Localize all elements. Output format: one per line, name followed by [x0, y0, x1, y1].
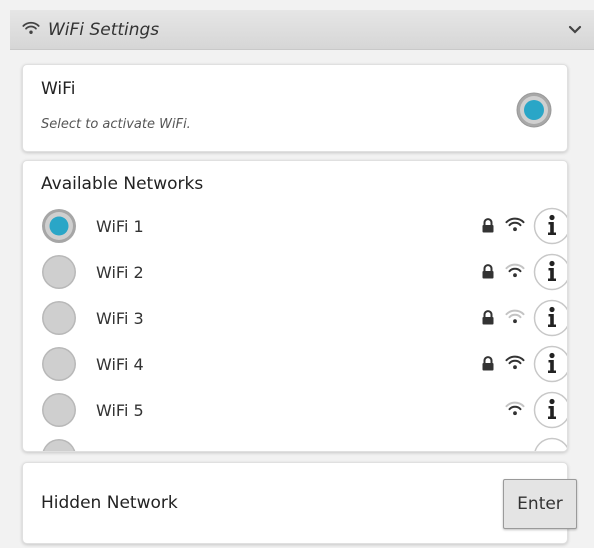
enter-button[interactable]: Enter	[503, 479, 577, 529]
network-name: WiFi 5	[96, 401, 144, 420]
network-name: WiFi 4	[96, 355, 144, 374]
wifi-toggle-card[interactable]: WiFi Select to activate WiFi.	[22, 64, 568, 152]
info-icon[interactable]	[533, 391, 567, 433]
lock-icon	[481, 264, 495, 283]
wifi-signal-icon	[505, 401, 525, 420]
info-icon[interactable]	[533, 345, 567, 387]
network-radio[interactable]	[41, 254, 77, 294]
network-name: WiFi 2	[96, 263, 144, 282]
wifi-signal-icon	[505, 217, 525, 236]
wifi-subtitle: Select to activate WiFi.	[41, 117, 191, 132]
info-icon	[533, 437, 567, 451]
available-networks-heading: Available Networks	[41, 174, 204, 194]
network-row[interactable]: WiFi 3	[23, 298, 567, 341]
panel-title: WiFi Settings	[48, 19, 160, 40]
hidden-network-label: Hidden Network	[41, 493, 178, 513]
network-row[interactable]: WiFi 5	[23, 390, 567, 433]
wifi-icon	[22, 20, 40, 39]
network-row[interactable]: WiFi 2	[23, 252, 567, 295]
network-name: WiFi 3	[96, 309, 144, 328]
network-radio[interactable]	[41, 300, 77, 340]
info-icon[interactable]	[533, 299, 567, 341]
network-row-partial	[23, 436, 567, 451]
chevron-down-icon[interactable]	[568, 20, 582, 39]
lock-icon	[481, 218, 495, 237]
network-radio[interactable]	[41, 346, 77, 386]
wifi-signal-icon	[505, 355, 525, 374]
network-radio[interactable]	[41, 392, 77, 432]
info-icon[interactable]	[533, 253, 567, 295]
panel-header[interactable]: WiFi Settings	[10, 10, 594, 50]
lock-icon	[481, 356, 495, 375]
network-name: WiFi 1	[96, 217, 144, 236]
network-radio[interactable]	[41, 208, 77, 248]
info-icon[interactable]	[533, 207, 567, 249]
available-networks-card: Available Networks WiFi 1 WiFi 2 WiFi 3 …	[22, 160, 568, 452]
wifi-settings-panel: WiFi Settings WiFi Select to activate Wi…	[0, 0, 594, 548]
wifi-label: WiFi	[41, 79, 76, 99]
network-row[interactable]: WiFi 1	[23, 206, 567, 249]
wifi-signal-icon	[505, 263, 525, 282]
hidden-network-card: Hidden Network Enter	[22, 462, 577, 544]
network-row[interactable]: WiFi 4	[23, 344, 567, 387]
network-radio	[41, 438, 77, 451]
lock-icon	[481, 310, 495, 329]
wifi-signal-icon	[505, 309, 525, 328]
wifi-toggle[interactable]	[515, 91, 553, 133]
